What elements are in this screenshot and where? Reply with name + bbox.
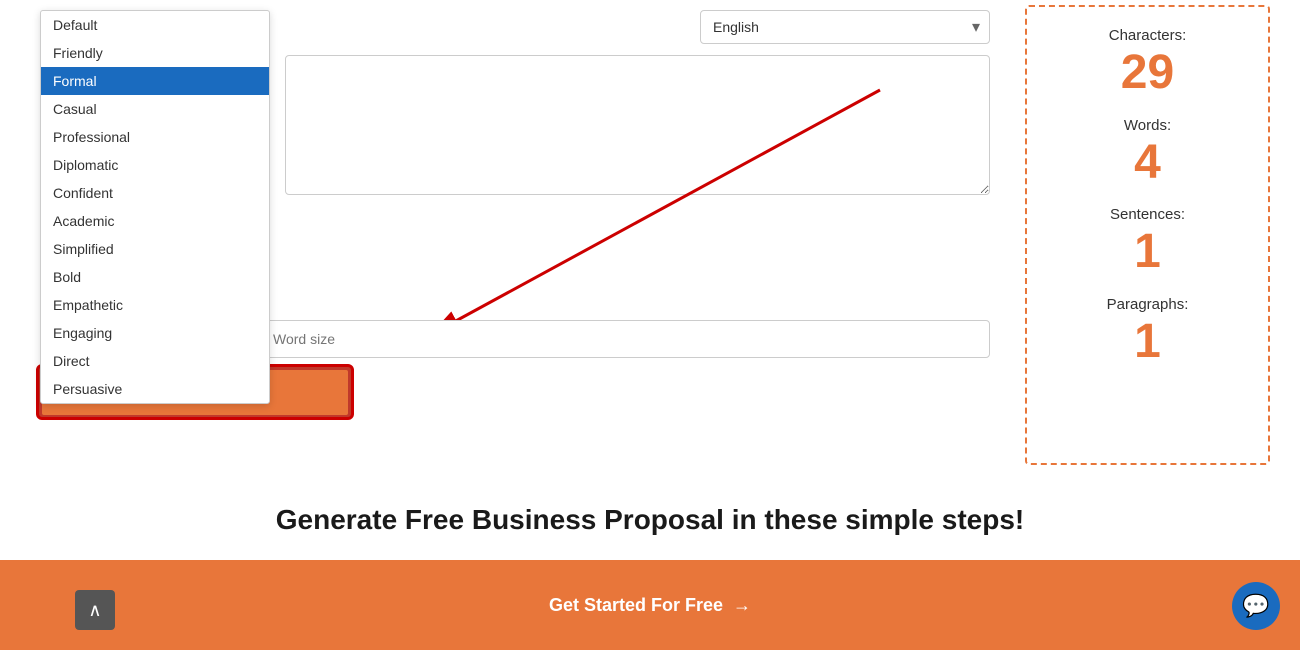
dropdown-item-engaging[interactable]: Engaging bbox=[41, 319, 269, 347]
dropdown-item-professional[interactable]: Professional bbox=[41, 123, 269, 151]
tone-dropdown[interactable]: Default Friendly Formal Casual Professio… bbox=[40, 10, 270, 404]
scroll-up-button[interactable]: ∧ bbox=[75, 590, 115, 630]
stats-panel: Characters: 29 Words: 4 Sentences: 1 Par… bbox=[1025, 5, 1270, 465]
characters-value: 29 bbox=[1047, 44, 1248, 102]
dropdown-item-confident[interactable]: Confident bbox=[41, 179, 269, 207]
characters-label: Characters: bbox=[1047, 27, 1248, 44]
word-size-input[interactable] bbox=[260, 320, 990, 358]
main-area: Default Friendly Formal Casual Professio… bbox=[0, 0, 1300, 480]
footer-cta-text: Get Started For Free bbox=[549, 595, 723, 616]
dropdown-item-academic[interactable]: Academic bbox=[41, 207, 269, 235]
language-select-container: English Spanish French German bbox=[700, 10, 990, 44]
words-stat: Words: 4 bbox=[1047, 117, 1248, 192]
dropdown-item-direct[interactable]: Direct bbox=[41, 347, 269, 375]
dropdown-item-bold[interactable]: Bold bbox=[41, 263, 269, 291]
language-select-wrapper: English Spanish French German bbox=[700, 10, 990, 44]
words-label: Words: bbox=[1047, 117, 1248, 134]
dropdown-item-persuasive[interactable]: Persuasive bbox=[41, 375, 269, 403]
dropdown-item-diplomatic[interactable]: Diplomatic bbox=[41, 151, 269, 179]
dropdown-item-empathetic[interactable]: Empathetic bbox=[41, 291, 269, 319]
dropdown-item-default[interactable]: Default bbox=[41, 11, 269, 39]
dropdown-item-formal[interactable]: Formal bbox=[41, 67, 269, 95]
words-value: 4 bbox=[1047, 134, 1248, 192]
sentences-label: Sentences: bbox=[1047, 206, 1248, 223]
textarea-container bbox=[285, 55, 990, 200]
dropdown-item-casual[interactable]: Casual bbox=[41, 95, 269, 123]
paragraphs-stat: Paragraphs: 1 bbox=[1047, 296, 1248, 371]
sentences-stat: Sentences: 1 bbox=[1047, 206, 1248, 281]
footer-cta-arrow: → bbox=[733, 595, 751, 616]
sentences-value: 1 bbox=[1047, 223, 1248, 281]
paragraphs-value: 1 bbox=[1047, 313, 1248, 371]
dropdown-list[interactable]: Default Friendly Formal Casual Professio… bbox=[40, 10, 270, 404]
footer-bar: Get Started For Free → ∧ 💬 bbox=[0, 560, 1300, 650]
main-textarea[interactable] bbox=[285, 55, 990, 195]
language-select[interactable]: English Spanish French German bbox=[700, 10, 990, 44]
chat-icon: 💬 bbox=[1242, 593, 1269, 619]
chevron-up-icon: ∧ bbox=[88, 600, 101, 621]
dropdown-item-simplified[interactable]: Simplified bbox=[41, 235, 269, 263]
heading-section: Generate Free Business Proposal in these… bbox=[0, 480, 1300, 560]
dropdown-item-friendly[interactable]: Friendly bbox=[41, 39, 269, 67]
characters-stat: Characters: 29 bbox=[1047, 27, 1248, 102]
page-heading: Generate Free Business Proposal in these… bbox=[276, 504, 1025, 536]
chat-button[interactable]: 💬 bbox=[1232, 582, 1280, 630]
paragraphs-label: Paragraphs: bbox=[1047, 296, 1248, 313]
